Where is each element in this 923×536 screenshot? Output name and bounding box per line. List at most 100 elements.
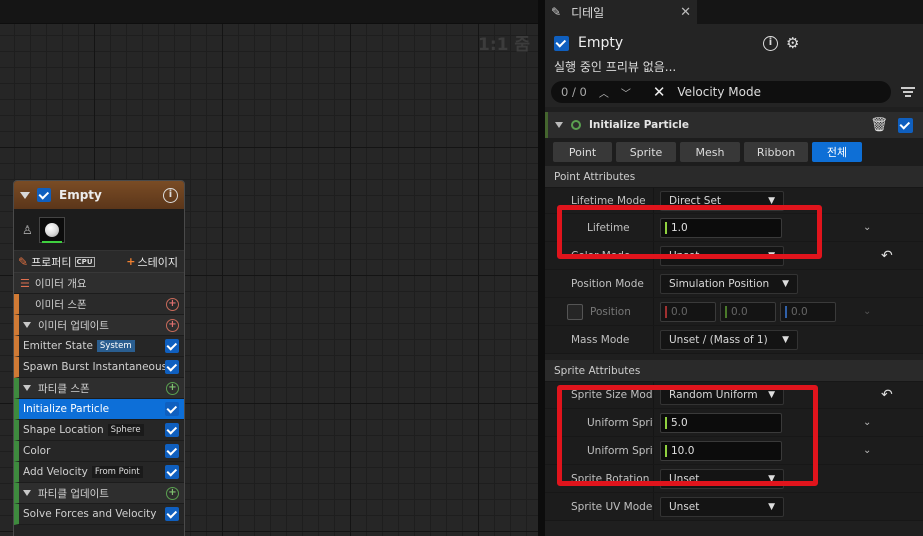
uniform-size-min-input[interactable]: 5.0 [660, 412, 782, 433]
property-label: Sprite Rotation Mode [545, 465, 654, 492]
filter-all-button[interactable]: 전체 [812, 142, 862, 162]
uniform-size-max-input[interactable]: 10.0 [660, 440, 782, 461]
graph-canvas[interactable]: 1:1 줌 Empty i ♙ ✎ 프로퍼티 CPU + 스테이지 ☰ 이미터 … [0, 0, 538, 536]
search-input[interactable]: 0 / 0 ︿﹀ ✕ Velocity Mode [551, 81, 891, 103]
module-row[interactable]: Color [14, 441, 184, 462]
emitter-enabled-checkbox[interactable] [554, 35, 569, 51]
clear-search-icon[interactable]: ✕ [653, 83, 666, 101]
add-module-icon[interactable]: + [166, 486, 179, 500]
search-nav-arrows[interactable]: ︿﹀ [599, 85, 643, 100]
module-enabled-checkbox[interactable] [165, 444, 179, 458]
filter-mesh-button[interactable]: Mesh [680, 142, 740, 162]
emitter-node-header[interactable]: Empty i [14, 181, 184, 209]
emitter-summary-row[interactable]: ☰ 이미터 개요 [14, 273, 184, 294]
sprite-rotation-dropdown[interactable]: Unset ▼ [660, 468, 784, 489]
x-axis-indicator [665, 305, 667, 318]
module-row-selected[interactable]: Initialize Particle [14, 399, 184, 420]
attribute-filter-bar: Point Sprite Mesh Ribbon 전체 [545, 138, 923, 166]
module-enabled-checkbox[interactable] [165, 339, 179, 353]
chevron-down-icon[interactable]: ⌄ [863, 417, 871, 428]
property-label: Sprite UV Mode [545, 493, 654, 520]
filter-point-button[interactable]: Point [553, 142, 612, 162]
chevron-down-icon: ▼ [768, 195, 775, 206]
module-enabled-checkbox[interactable] [165, 465, 179, 479]
collapse-icon[interactable] [23, 385, 31, 391]
reset-icon[interactable]: ↶ [881, 248, 893, 264]
info-icon[interactable]: i [163, 187, 178, 203]
emitter-enabled-checkbox[interactable] [37, 188, 51, 202]
sprite-attributes-category[interactable]: Sprite Attributes [545, 360, 923, 382]
niagara-editor: 1:1 줌 Empty i ♙ ✎ 프로퍼티 CPU + 스테이지 ☰ 이미터 … [0, 0, 923, 536]
filter-sprite-button[interactable]: Sprite [616, 142, 676, 162]
graph-toolbar [0, 0, 538, 24]
module-row[interactable]: Solve Forces and Velocity [14, 504, 184, 525]
position-row: Position 0.0 0.0 0.0 ⌄ [545, 298, 923, 326]
zoom-label: 1:1 줌 [477, 35, 530, 55]
emitter-name: Empty [578, 35, 624, 51]
pencil-icon: ✎ [551, 5, 562, 19]
module-enabled-checkbox[interactable] [165, 507, 179, 521]
emitter-node[interactable]: Empty i ♙ ✎ 프로퍼티 CPU + 스테이지 ☰ 이미터 개요 이미터… [13, 180, 185, 536]
panel-splitter[interactable] [538, 0, 545, 536]
module-enabled-checkbox[interactable] [898, 117, 913, 133]
lifetime-mode-row: Lifetime Mode Direct Set ▼ [545, 188, 923, 214]
uniform-size-max-row: Uniform Sprite Size Max 10.0 ⌄ [545, 437, 923, 465]
chevron-down-icon: ▼ [768, 473, 775, 484]
sprite-rotation-row: Sprite Rotation Mode Unset ▼ [545, 465, 923, 493]
particle-update-section[interactable]: 파티클 업데이트 + [14, 483, 184, 504]
sprite-uv-dropdown[interactable]: Unset ▼ [660, 496, 784, 517]
collapse-icon[interactable] [20, 191, 30, 199]
chevron-down-icon[interactable]: ⌄ [863, 222, 871, 233]
position-mode-row: Position Mode Simulation Position ▼ [545, 270, 923, 298]
number-value: 5.0 [671, 416, 688, 429]
position-override-checkbox[interactable] [567, 303, 583, 320]
module-label: Add Velocity [23, 466, 88, 478]
details-tab-bar: ✎ 디테일 ✕ [545, 0, 923, 24]
position-label-cell: Position [545, 298, 654, 325]
trash-icon[interactable]: 🗑 [870, 117, 888, 133]
details-tab[interactable]: ✎ 디테일 ✕ [545, 0, 697, 24]
sprite-attributes-label: Sprite Attributes [554, 364, 641, 377]
close-icon[interactable]: ✕ [680, 5, 691, 20]
collapse-icon[interactable] [555, 122, 563, 128]
collapse-icon[interactable] [23, 490, 31, 496]
lifetime-input[interactable]: 1.0 [660, 217, 782, 238]
filter-icon[interactable] [901, 87, 915, 97]
add-module-icon[interactable]: + [166, 381, 179, 395]
chevron-down-icon[interactable]: ⌄ [863, 445, 871, 456]
module-enabled-checkbox[interactable] [165, 402, 179, 416]
particle-spawn-section[interactable]: 파티클 스폰 + [14, 378, 184, 399]
module-row[interactable]: Add Velocity From Point [14, 462, 184, 483]
emitter-spawn-row[interactable]: 이미터 스폰 + [14, 294, 184, 315]
module-enabled-checkbox[interactable] [165, 423, 179, 437]
module-row[interactable]: Emitter State System [14, 336, 184, 357]
properties-tab[interactable]: ✎ 프로퍼티 CPU [18, 254, 95, 270]
lifetime-mode-dropdown[interactable]: Direct Set ▼ [660, 190, 784, 211]
gear-icon[interactable]: ⚙ [786, 34, 799, 52]
stage-tab[interactable]: + 스테이지 [126, 254, 178, 270]
filter-ribbon-button[interactable]: Ribbon [744, 142, 808, 162]
info-icon[interactable]: i [763, 35, 778, 51]
point-attributes-category[interactable]: Point Attributes [545, 166, 923, 188]
property-label: Uniform Sprite Size Max [545, 437, 654, 464]
color-mode-dropdown[interactable]: Unset ▼ [660, 245, 784, 266]
dropdown-value: Direct Set [669, 194, 722, 207]
add-module-icon[interactable]: + [166, 318, 179, 332]
module-category[interactable]: Initialize Particle 🗑 [545, 112, 923, 138]
module-enabled-checkbox[interactable] [165, 360, 179, 374]
chevron-down-icon: ▼ [768, 390, 775, 400]
sprite-size-mode-dropdown[interactable]: Random Uniform ▼ [660, 385, 784, 405]
details-search-bar: 0 / 0 ︿﹀ ✕ Velocity Mode [545, 79, 923, 107]
emitter-update-section[interactable]: 이미터 업데이트 + [14, 315, 184, 336]
module-label: Color [23, 445, 51, 457]
add-module-icon[interactable]: + [166, 297, 179, 311]
collapse-icon[interactable] [23, 322, 31, 328]
sprite-renderer-thumbnail[interactable] [38, 216, 65, 243]
reset-icon[interactable]: ↶ [881, 387, 893, 403]
stage-tab-label: 스테이지 [137, 255, 178, 269]
position-mode-dropdown[interactable]: Simulation Position ▼ [660, 273, 798, 294]
mass-mode-dropdown[interactable]: Unset / (Mass of 1) ▼ [660, 329, 798, 350]
module-row[interactable]: Spawn Burst Instantaneous [14, 357, 184, 378]
chevron-down-icon: ⌄ [863, 306, 872, 317]
module-row[interactable]: Shape Location Sphere [14, 420, 184, 441]
